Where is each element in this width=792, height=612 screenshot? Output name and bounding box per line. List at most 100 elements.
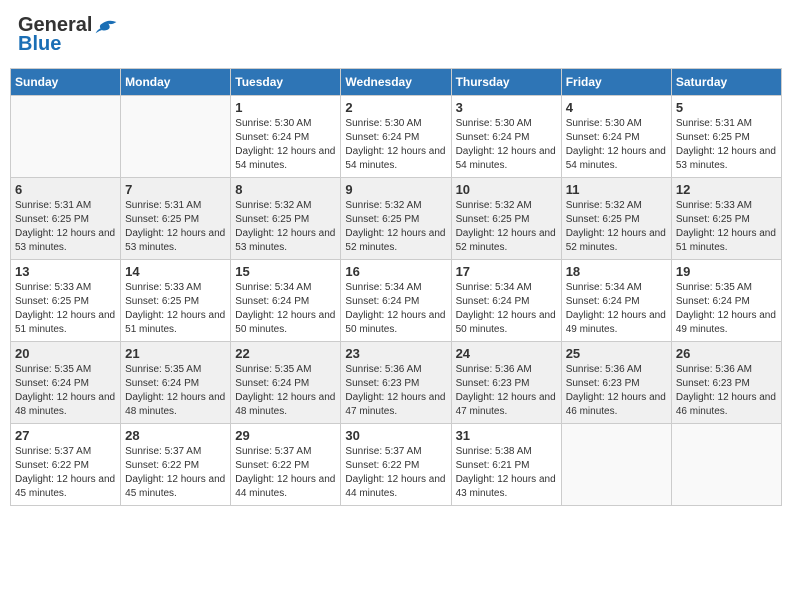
day-info: Sunrise: 5:37 AM Sunset: 6:22 PM Dayligh…: [235, 445, 336, 501]
calendar-cell: 3 Sunrise: 5:30 AM Sunset: 6:24 PM Daylig…: [451, 96, 561, 178]
day-number: 18: [566, 264, 667, 279]
day-number: 25: [566, 346, 667, 361]
calendar-cell: 12Sunrise: 5:33 AM Sunset: 6:25 PM Dayli…: [671, 178, 781, 260]
day-info: Sunrise: 5:32 AM Sunset: 6:25 PM Dayligh…: [566, 199, 667, 255]
calendar-cell: 7 Sunrise: 5:31 AM Sunset: 6:25 PM Daylig…: [121, 178, 231, 260]
day-number: 20: [15, 346, 116, 361]
day-number: 4: [566, 100, 667, 115]
calendar-week-row: 20 Sunrise: 5:35 AM Sunset: 6:24 PM Dayli…: [11, 342, 782, 424]
day-number: 7: [125, 182, 226, 197]
day-info: Sunrise: 5:35 AM Sunset: 6:24 PM Dayligh…: [235, 363, 336, 419]
day-number: 6: [15, 182, 116, 197]
day-info: Sunrise: 5:31 AM Sunset: 6:25 PM Dayligh…: [15, 199, 116, 255]
day-number: 22: [235, 346, 336, 361]
calendar-cell: 20 Sunrise: 5:35 AM Sunset: 6:24 PM Dayli…: [11, 342, 121, 424]
logo-bird-icon: [94, 17, 118, 35]
day-number: 19: [676, 264, 777, 279]
day-number: 13: [15, 264, 116, 279]
day-info: Sunrise: 5:37 AM Sunset: 6:22 PM Dayligh…: [125, 445, 226, 501]
day-info: Sunrise: 5:37 AM Sunset: 6:22 PM Dayligh…: [345, 445, 446, 501]
day-number: 5: [676, 100, 777, 115]
day-info: Sunrise: 5:31 AM Sunset: 6:25 PM Dayligh…: [676, 117, 777, 173]
day-number: 14: [125, 264, 226, 279]
day-info: Sunrise: 5:35 AM Sunset: 6:24 PM Dayligh…: [15, 363, 116, 419]
day-number: 11: [566, 182, 667, 197]
day-info: Sunrise: 5:30 AM Sunset: 6:24 PM Dayligh…: [235, 117, 336, 173]
day-number: 29: [235, 428, 336, 443]
calendar-cell: 1Sunrise: 5:30 AM Sunset: 6:24 PM Daylig…: [231, 96, 341, 178]
logo-blue-text: Blue: [18, 33, 61, 56]
day-header-saturday: Saturday: [671, 69, 781, 96]
day-info: Sunrise: 5:31 AM Sunset: 6:25 PM Dayligh…: [125, 199, 226, 255]
calendar-header-row: SundayMondayTuesdayWednesdayThursdayFrid…: [11, 69, 782, 96]
calendar-cell: 29 Sunrise: 5:37 AM Sunset: 6:22 PM Dayli…: [231, 424, 341, 506]
day-header-friday: Friday: [561, 69, 671, 96]
day-number: 3: [456, 100, 557, 115]
day-info: Sunrise: 5:30 AM Sunset: 6:24 PM Dayligh…: [345, 117, 446, 173]
calendar-week-row: 1Sunrise: 5:30 AM Sunset: 6:24 PM Daylig…: [11, 96, 782, 178]
calendar-table: SundayMondayTuesdayWednesdayThursdayFrid…: [10, 68, 782, 506]
calendar-cell: [11, 96, 121, 178]
day-header-monday: Monday: [121, 69, 231, 96]
day-info: Sunrise: 5:32 AM Sunset: 6:25 PM Dayligh…: [456, 199, 557, 255]
logo: General Blue: [18, 14, 118, 56]
calendar-cell: 10 Sunrise: 5:32 AM Sunset: 6:25 PM Dayli…: [451, 178, 561, 260]
calendar-cell: 27 Sunrise: 5:37 AM Sunset: 6:22 PM Dayli…: [11, 424, 121, 506]
day-info: Sunrise: 5:34 AM Sunset: 6:24 PM Dayligh…: [456, 281, 557, 337]
day-header-thursday: Thursday: [451, 69, 561, 96]
day-info: Sunrise: 5:30 AM Sunset: 6:24 PM Dayligh…: [456, 117, 557, 173]
day-number: 30: [345, 428, 446, 443]
day-info: Sunrise: 5:32 AM Sunset: 6:25 PM Dayligh…: [235, 199, 336, 255]
calendar-cell: 2 Sunrise: 5:30 AM Sunset: 6:24 PM Daylig…: [341, 96, 451, 178]
calendar-cell: 24 Sunrise: 5:36 AM Sunset: 6:23 PM Dayli…: [451, 342, 561, 424]
day-number: 10: [456, 182, 557, 197]
day-info: Sunrise: 5:34 AM Sunset: 6:24 PM Dayligh…: [235, 281, 336, 337]
calendar-cell: 11 Sunrise: 5:32 AM Sunset: 6:25 PM Dayli…: [561, 178, 671, 260]
day-info: Sunrise: 5:36 AM Sunset: 6:23 PM Dayligh…: [456, 363, 557, 419]
day-info: Sunrise: 5:33 AM Sunset: 6:25 PM Dayligh…: [676, 199, 777, 255]
day-number: 2: [345, 100, 446, 115]
calendar-cell: 19Sunrise: 5:35 AM Sunset: 6:24 PM Dayli…: [671, 260, 781, 342]
day-info: Sunrise: 5:34 AM Sunset: 6:24 PM Dayligh…: [566, 281, 667, 337]
calendar-cell: 4 Sunrise: 5:30 AM Sunset: 6:24 PM Daylig…: [561, 96, 671, 178]
calendar-cell: 8 Sunrise: 5:32 AM Sunset: 6:25 PM Daylig…: [231, 178, 341, 260]
day-number: 28: [125, 428, 226, 443]
day-info: Sunrise: 5:38 AM Sunset: 6:21 PM Dayligh…: [456, 445, 557, 501]
day-info: Sunrise: 5:34 AM Sunset: 6:24 PM Dayligh…: [345, 281, 446, 337]
calendar-cell: [671, 424, 781, 506]
day-number: 15: [235, 264, 336, 279]
page-header: General Blue: [10, 10, 782, 60]
day-info: Sunrise: 5:36 AM Sunset: 6:23 PM Dayligh…: [566, 363, 667, 419]
day-number: 24: [456, 346, 557, 361]
calendar-cell: 6 Sunrise: 5:31 AM Sunset: 6:25 PM Daylig…: [11, 178, 121, 260]
day-info: Sunrise: 5:37 AM Sunset: 6:22 PM Dayligh…: [15, 445, 116, 501]
day-number: 23: [345, 346, 446, 361]
day-number: 17: [456, 264, 557, 279]
calendar-cell: 26 Sunrise: 5:36 AM Sunset: 6:23 PM Dayli…: [671, 342, 781, 424]
day-number: 26: [676, 346, 777, 361]
calendar-cell: 23 Sunrise: 5:36 AM Sunset: 6:23 PM Dayli…: [341, 342, 451, 424]
calendar-cell: 15 Sunrise: 5:34 AM Sunset: 6:24 PM Dayli…: [231, 260, 341, 342]
calendar-cell: [121, 96, 231, 178]
calendar-week-row: 13 Sunrise: 5:33 AM Sunset: 6:25 PM Dayli…: [11, 260, 782, 342]
day-info: Sunrise: 5:36 AM Sunset: 6:23 PM Dayligh…: [345, 363, 446, 419]
day-info: Sunrise: 5:36 AM Sunset: 6:23 PM Dayligh…: [676, 363, 777, 419]
day-number: 16: [345, 264, 446, 279]
day-info: Sunrise: 5:30 AM Sunset: 6:24 PM Dayligh…: [566, 117, 667, 173]
day-number: 9: [345, 182, 446, 197]
calendar-cell: 9 Sunrise: 5:32 AM Sunset: 6:25 PM Daylig…: [341, 178, 451, 260]
calendar-cell: 14Sunrise: 5:33 AM Sunset: 6:25 PM Dayli…: [121, 260, 231, 342]
day-info: Sunrise: 5:33 AM Sunset: 6:25 PM Dayligh…: [15, 281, 116, 337]
calendar-cell: 21 Sunrise: 5:35 AM Sunset: 6:24 PM Dayli…: [121, 342, 231, 424]
calendar-cell: 18 Sunrise: 5:34 AM Sunset: 6:24 PM Dayli…: [561, 260, 671, 342]
calendar-cell: 17 Sunrise: 5:34 AM Sunset: 6:24 PM Dayli…: [451, 260, 561, 342]
calendar-cell: [561, 424, 671, 506]
calendar-cell: 30 Sunrise: 5:37 AM Sunset: 6:22 PM Dayli…: [341, 424, 451, 506]
calendar-week-row: 6 Sunrise: 5:31 AM Sunset: 6:25 PM Daylig…: [11, 178, 782, 260]
calendar-cell: 28 Sunrise: 5:37 AM Sunset: 6:22 PM Dayli…: [121, 424, 231, 506]
day-number: 27: [15, 428, 116, 443]
day-number: 21: [125, 346, 226, 361]
day-info: Sunrise: 5:35 AM Sunset: 6:24 PM Dayligh…: [125, 363, 226, 419]
day-info: Sunrise: 5:32 AM Sunset: 6:25 PM Dayligh…: [345, 199, 446, 255]
day-number: 8: [235, 182, 336, 197]
